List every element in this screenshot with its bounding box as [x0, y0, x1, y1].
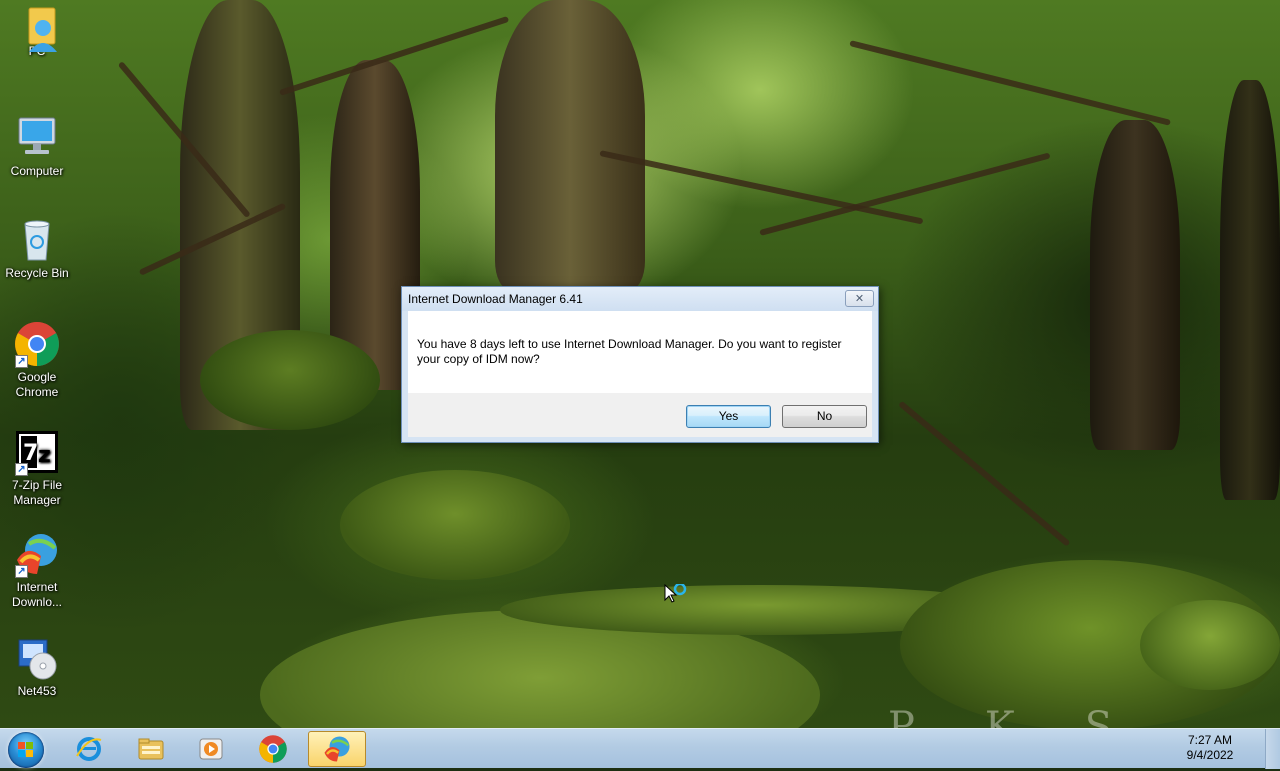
- internet-explorer-icon: [76, 737, 102, 761]
- installer-disc-icon: [13, 634, 61, 682]
- dialog-close-button[interactable]: ✕: [845, 290, 874, 307]
- desktop-icon-label: 7-Zip File Manager: [11, 478, 62, 507]
- clock-time: 7:27 AM: [1187, 733, 1233, 747]
- close-icon: ✕: [854, 292, 865, 305]
- show-desktop-button[interactable]: [1265, 729, 1280, 769]
- dialog-footer: Yes No: [408, 393, 872, 437]
- dialog-title: Internet Download Manager 6.41: [408, 292, 583, 306]
- taskbar-internet-explorer[interactable]: [60, 731, 118, 767]
- idm-trial-dialog: Internet Download Manager 6.41 ✕ You hav…: [401, 286, 879, 443]
- start-button[interactable]: [8, 732, 44, 768]
- desktop-icon-label: Net453: [17, 684, 57, 698]
- taskbar-chrome[interactable]: [244, 731, 302, 767]
- desktop-icon-pc[interactable]: PC: [2, 6, 72, 59]
- svg-text:z: z: [38, 443, 51, 468]
- no-button[interactable]: No: [782, 405, 867, 428]
- windows-logo-icon: [18, 742, 33, 757]
- desktop-icon-label: Google Chrome: [15, 370, 59, 399]
- shortcut-arrow-icon: ↗: [15, 463, 28, 476]
- taskbar-media-player[interactable]: [182, 731, 240, 767]
- desktop-icon-recycle-bin[interactable]: Recycle Bin: [2, 216, 72, 281]
- media-player-icon: [199, 738, 223, 760]
- recycle-bin-icon: [13, 216, 61, 264]
- desktop-icon-net453[interactable]: Net453: [2, 634, 72, 699]
- chrome-icon: ↗: [13, 320, 61, 368]
- yes-button[interactable]: Yes: [686, 405, 771, 428]
- file-explorer-icon: [138, 738, 164, 760]
- user-folder-icon: [13, 6, 61, 54]
- taskbar: 7:27 AM 9/4/2022: [0, 728, 1280, 769]
- busy-cursor-icon: [664, 582, 690, 610]
- 7zip-icon: 7 z ↗: [13, 428, 61, 476]
- dialog-titlebar[interactable]: Internet Download Manager 6.41 ✕: [402, 287, 878, 311]
- desktop-icon-google-chrome[interactable]: ↗ Google Chrome: [2, 320, 72, 400]
- desktop-icon-computer[interactable]: Computer: [2, 114, 72, 179]
- wallpaper-watermark: PKS: [888, 704, 1183, 728]
- dialog-body: You have 8 days left to use Internet Dow…: [408, 311, 872, 393]
- computer-icon: [13, 114, 61, 162]
- idm-icon: ↗: [13, 530, 61, 578]
- chrome-icon: [259, 735, 287, 763]
- clock-date: 9/4/2022: [1186, 748, 1234, 762]
- dialog-message: You have 8 days left to use Internet Dow…: [417, 337, 842, 366]
- desktop-icon-label: Internet Downlo...: [11, 580, 63, 609]
- shortcut-arrow-icon: ↗: [15, 355, 28, 368]
- desktop-icon-label: Recycle Bin: [5, 266, 69, 280]
- desktop-icon-internet-download-manager[interactable]: ↗ Internet Downlo...: [2, 530, 72, 610]
- taskbar-file-explorer[interactable]: [122, 731, 180, 767]
- desktop-icon-7zip[interactable]: 7 z ↗ 7-Zip File Manager: [2, 428, 72, 508]
- system-clock[interactable]: 7:27 AM 9/4/2022: [1170, 733, 1250, 763]
- desktop-icon-label: Computer: [10, 164, 64, 178]
- taskbar-internet-download-manager[interactable]: [308, 731, 366, 767]
- idm-icon: [324, 736, 350, 762]
- shortcut-arrow-icon: ↗: [15, 565, 28, 578]
